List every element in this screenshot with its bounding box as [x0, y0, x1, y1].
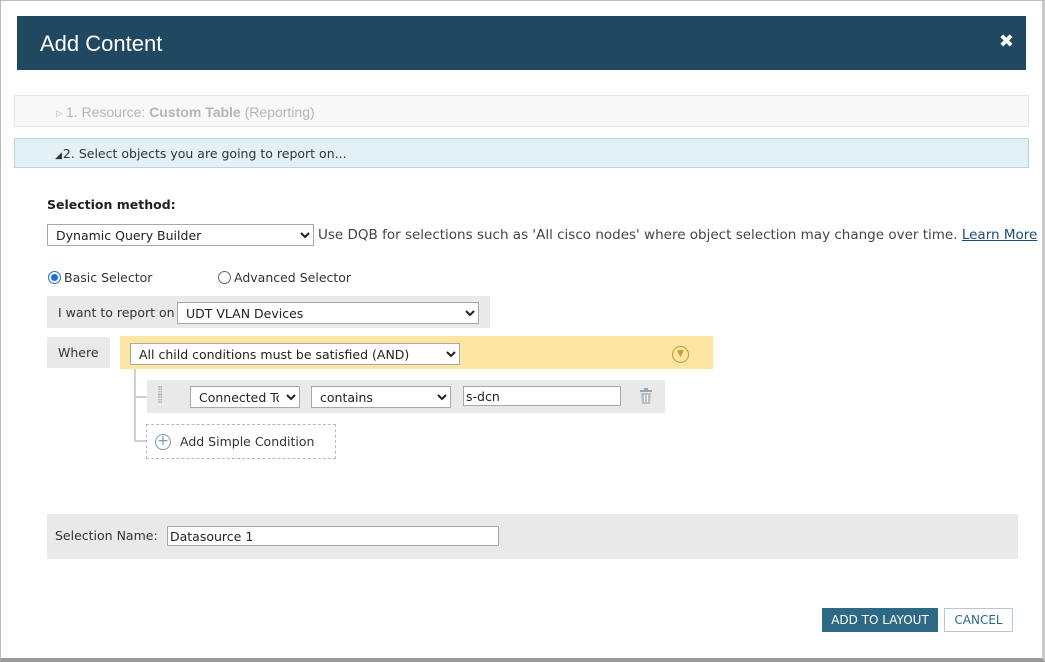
tree-connector — [134, 369, 136, 441]
step-resource[interactable]: ▷ 1. Resource: Custom Table (Reporting) — [14, 95, 1029, 127]
condition-row: ⁞⁞ ⁞⁞ Connected To contains — [147, 380, 665, 413]
triangle-down-icon: ◢ — [55, 151, 62, 161]
basic-selector-radio[interactable]: Basic Selector — [48, 270, 152, 285]
close-icon[interactable]: ✖ — [999, 32, 1014, 52]
condition-operator-select[interactable]: contains — [311, 386, 451, 408]
cancel-button[interactable]: CANCEL — [944, 608, 1013, 632]
add-simple-condition-button[interactable]: + Add Simple Condition — [146, 424, 336, 459]
plus-circle-icon: + — [155, 434, 171, 450]
drag-handle-icon[interactable]: ⁞⁞ ⁞⁞ — [157, 385, 167, 406]
dialog-titlebar: Add Content ✖ — [17, 16, 1026, 70]
add-to-layout-button[interactable]: ADD TO LAYOUT — [822, 608, 938, 632]
condition-group: All child conditions must be satisfied (… — [120, 336, 713, 369]
step1-prefix: 1. Resource: — [65, 104, 150, 120]
triangle-right-icon: ▷ — [56, 108, 63, 118]
trash-icon[interactable] — [639, 388, 653, 404]
selection-method-help-text: Use DQB for selections such as 'All cisc… — [318, 227, 962, 243]
condition-mode-select[interactable]: All child conditions must be satisfied (… — [130, 343, 460, 365]
report-on-label: I want to report on — [58, 305, 175, 320]
step-select-objects[interactable]: ◢2. Select objects you are going to repo… — [14, 138, 1029, 168]
selection-name-input[interactable] — [167, 526, 499, 546]
condition-value-input[interactable] — [463, 386, 621, 406]
selection-method-select[interactable]: Dynamic Query Builder — [47, 224, 314, 246]
step2-label: 2. Select objects you are going to repor… — [62, 146, 347, 161]
report-on-select[interactable]: UDT VLAN Devices — [177, 302, 479, 324]
advanced-selector-radio[interactable]: Advanced Selector — [218, 270, 351, 285]
radio-checked-icon[interactable] — [48, 271, 61, 284]
radio-unchecked-icon[interactable] — [218, 271, 231, 284]
report-on-bar: I want to report on UDT VLAN Devices — [47, 296, 490, 328]
chevron-down-circle-icon[interactable]: ▼ — [672, 346, 689, 363]
condition-field-select[interactable]: Connected To — [190, 386, 300, 408]
learn-more-link[interactable]: Learn More — [962, 227, 1038, 243]
dialog-title: Add Content — [40, 31, 163, 56]
step1-suffix: (Reporting) — [240, 104, 315, 120]
tree-connector — [134, 396, 147, 398]
selection-method-description: Use DQB for selections such as 'All cisc… — [318, 227, 1037, 243]
selection-name-label: Selection Name: — [55, 528, 158, 543]
basic-selector-label: Basic Selector — [64, 270, 153, 285]
selection-name-bar: Selection Name: — [47, 514, 1018, 559]
advanced-selector-label: Advanced Selector — [234, 270, 352, 285]
add-simple-condition-label: Add Simple Condition — [180, 434, 315, 449]
step1-resource: Custom Table — [149, 104, 241, 120]
where-label: Where — [47, 337, 110, 368]
selection-method-label: Selection method: — [47, 197, 176, 212]
